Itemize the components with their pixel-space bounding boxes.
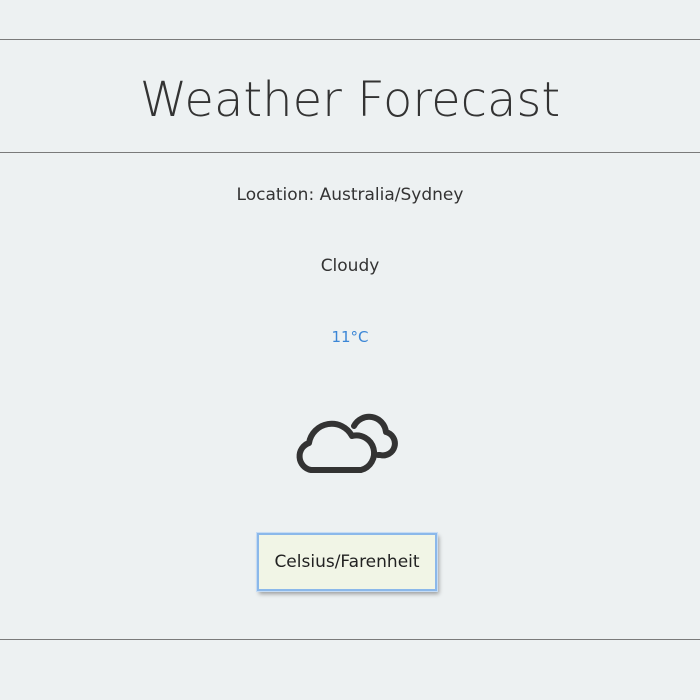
divider-bottom [0, 639, 700, 640]
divider-header [0, 152, 700, 153]
page-title: Weather Forecast [139, 72, 561, 128]
location-text: Location: Australia/Sydney [236, 185, 464, 205]
temperature-value[interactable]: 11°C [0, 327, 700, 347]
cloudy-icon [294, 404, 404, 478]
divider-top [0, 39, 700, 40]
unit-toggle-button[interactable]: Celsius/Farenheit [256, 532, 438, 592]
weather-condition: Cloudy [320, 256, 380, 276]
